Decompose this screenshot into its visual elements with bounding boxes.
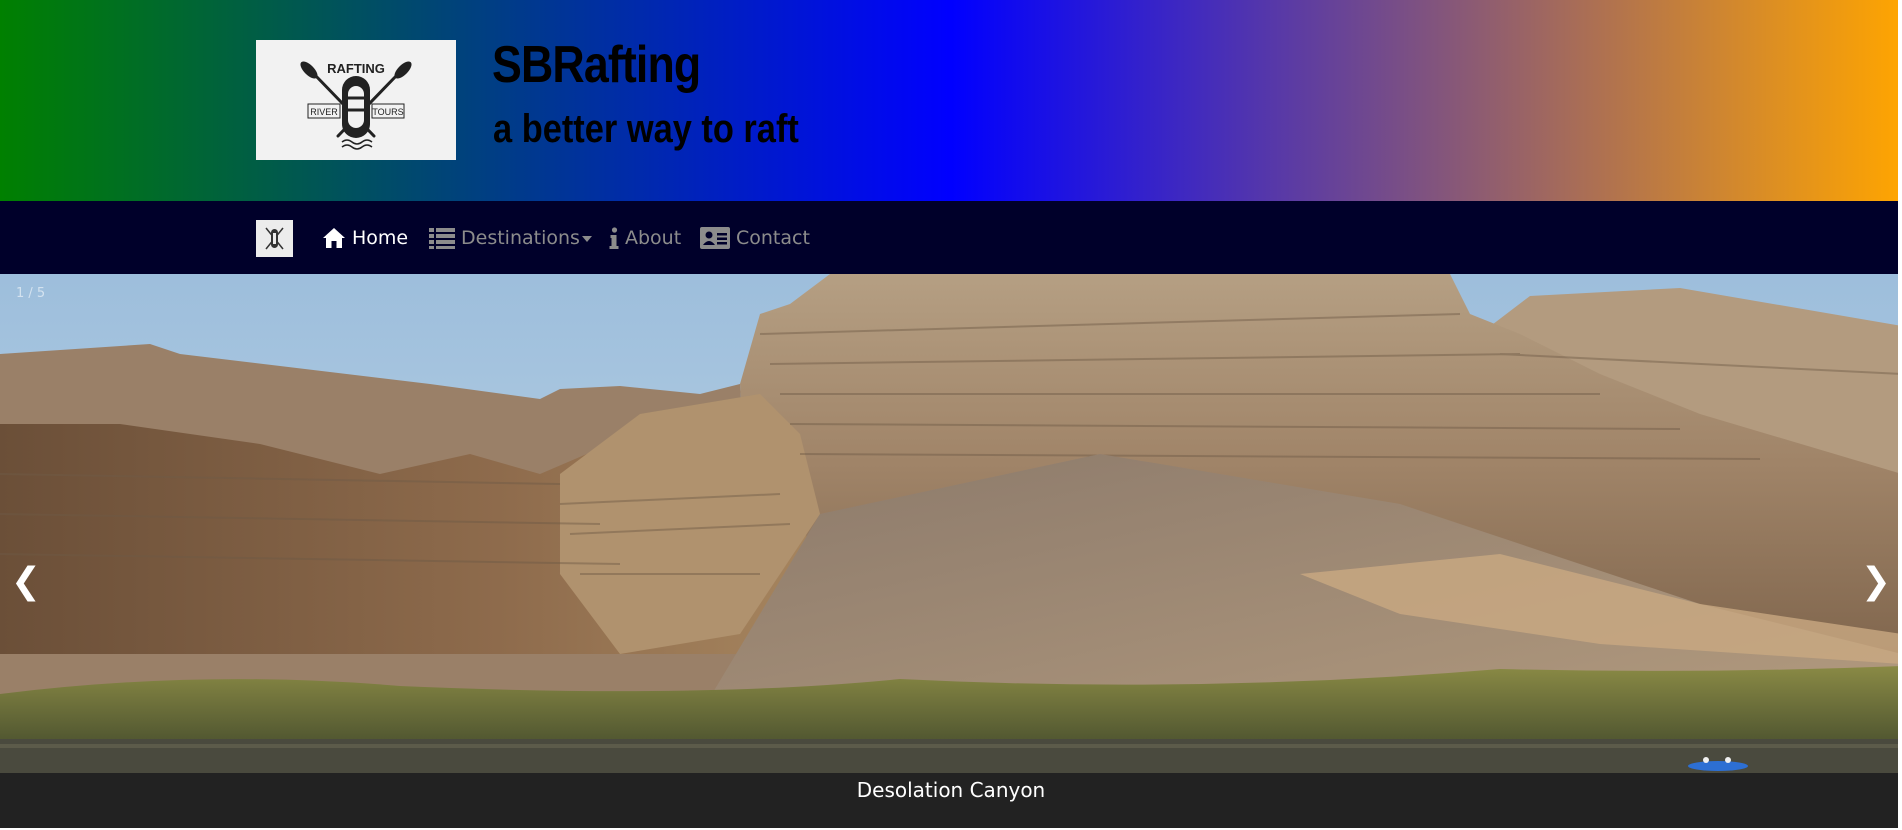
carousel-next-button[interactable]: ❯	[1858, 557, 1894, 607]
list-icon	[429, 228, 455, 249]
site-title: SBRafting	[492, 36, 701, 94]
nav-about-link[interactable]: About	[609, 222, 681, 254]
info-icon	[609, 227, 619, 249]
home-icon	[323, 228, 345, 248]
image-carousel: 1 / 5 ❮ ❯	[0, 274, 1902, 773]
nav-contact-link[interactable]: Contact	[700, 222, 810, 254]
slide-image-canyon	[0, 274, 1902, 773]
nav-home-label: Home	[352, 227, 409, 249]
nav-contact-label: Contact	[736, 227, 810, 249]
nav-destinations-dropdown[interactable]: Destinations	[429, 222, 592, 254]
site-header: RAFTING RIVER TOURS SBRafting a better w…	[0, 0, 1902, 201]
slide-caption: Desolation Canyon	[856, 778, 1046, 802]
page-edge	[1898, 0, 1902, 830]
svg-text:RIVER: RIVER	[310, 107, 338, 117]
raft-logo-icon	[265, 227, 284, 250]
id-card-icon	[700, 227, 730, 249]
nav-destinations-label: Destinations	[461, 227, 580, 249]
slide-counter: 1 / 5	[16, 286, 46, 301]
svg-text:TOURS: TOURS	[372, 107, 403, 117]
nav-about-label: About	[625, 227, 682, 249]
site-tagline: a better way to raft	[493, 107, 799, 151]
nav-home-link[interactable]: Home	[322, 222, 408, 254]
navbar-brand[interactable]	[256, 220, 293, 257]
site-logo[interactable]: RAFTING RIVER TOURS	[256, 40, 456, 160]
carousel-prev-button[interactable]: ❮	[8, 557, 44, 607]
caret-down-icon	[581, 236, 592, 242]
raft-logo-icon: RAFTING RIVER TOURS	[300, 61, 412, 150]
main-navbar: Home Destinations About Contact	[0, 201, 1902, 274]
svg-text:RAFTING: RAFTING	[327, 61, 385, 76]
